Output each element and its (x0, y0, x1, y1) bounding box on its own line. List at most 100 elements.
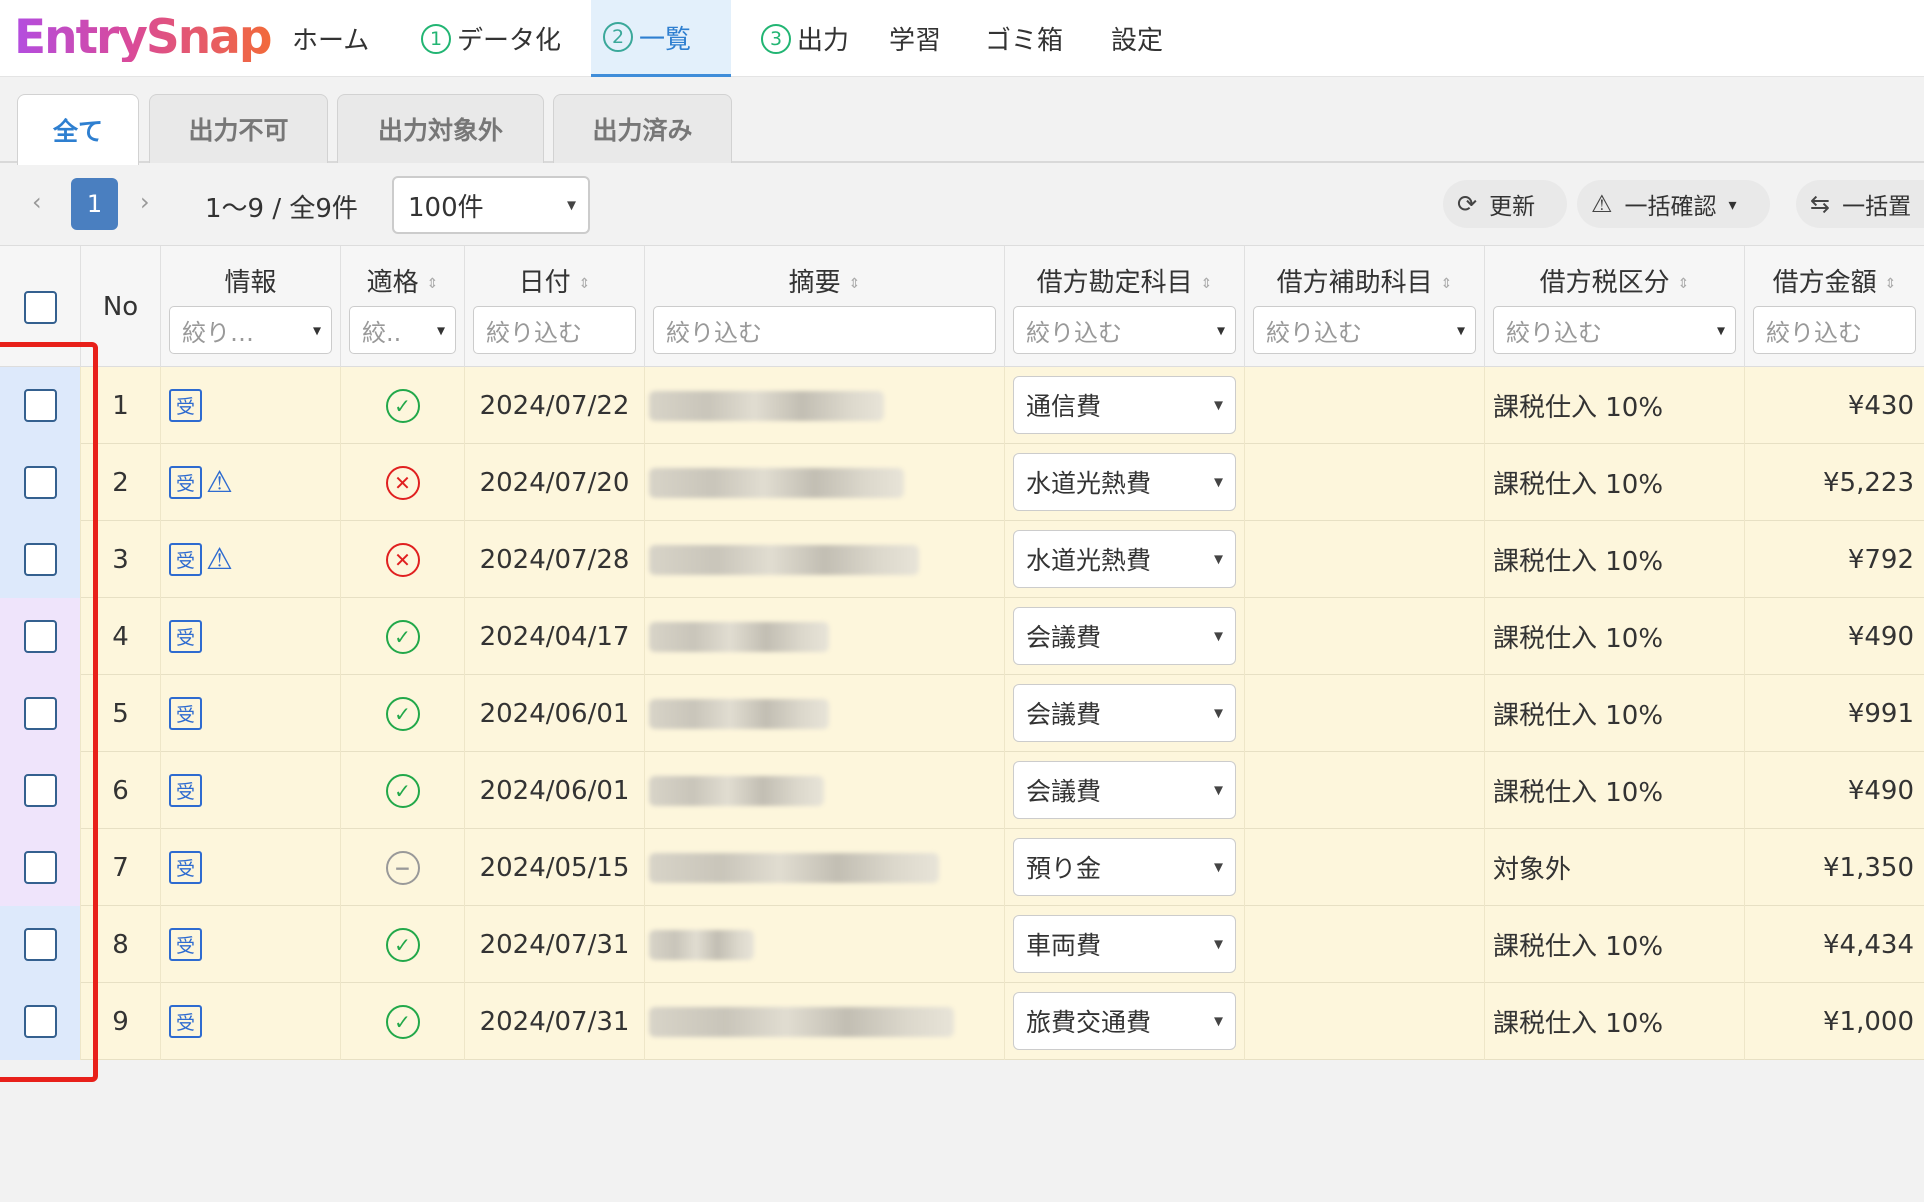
received-icon[interactable]: 受 (169, 851, 202, 884)
per-page-select[interactable]: 100件 ▾ (392, 176, 590, 234)
tab-exported[interactable]: 出力済み (553, 94, 732, 163)
valid-filter-select[interactable]: 絞.. ▾ (349, 306, 456, 354)
row-debit-tax[interactable]: 対象外 (1485, 829, 1745, 906)
nav-item-data-entry[interactable]: 1 データ化 (409, 0, 577, 77)
row-debit-amount[interactable]: ¥430 (1745, 367, 1924, 444)
row-debit-sub[interactable] (1245, 598, 1485, 675)
received-icon[interactable]: 受 (169, 543, 202, 576)
app-logo[interactable]: EntrySnap (14, 14, 273, 62)
tab-all[interactable]: 全て (17, 94, 139, 165)
debit-account-filter-select[interactable]: 絞り込む ▾ (1013, 306, 1236, 354)
row-debit-amount[interactable]: ¥1,350 (1745, 829, 1924, 906)
row-debit-tax[interactable]: 課税仕入 10% (1485, 598, 1745, 675)
row-debit-tax[interactable]: 課税仕入 10% (1485, 752, 1745, 829)
debit-account-select[interactable]: 会議費 ▾ (1013, 607, 1236, 665)
summary-filter-input[interactable]: 絞り込む (653, 306, 996, 354)
header-valid-label[interactable]: 適格 ⇕ (341, 262, 464, 299)
row-summary[interactable] (645, 675, 1005, 752)
next-page-icon[interactable]: › (140, 188, 150, 216)
debit-account-select[interactable]: 車両費 ▾ (1013, 915, 1236, 973)
table-row[interactable]: 5 受 ✓ 2024/06/01 会議費 ▾ 課税仕入 10% ¥991 (0, 675, 1924, 752)
bulk-confirm-button[interactable]: ⚠ 一括確認 ▾ (1577, 180, 1770, 228)
row-debit-sub[interactable] (1245, 906, 1485, 983)
table-row[interactable]: 9 受 ✓ 2024/07/31 旅費交通費 ▾ 課税仕入 10% ¥1,000 (0, 983, 1924, 1060)
table-row[interactable]: 1 受 ✓ 2024/07/22 通信費 ▾ 課税仕入 10% ¥430 (0, 367, 1924, 444)
row-debit-sub[interactable] (1245, 829, 1485, 906)
header-debit-tax-label[interactable]: 借方税区分 ⇕ (1485, 262, 1744, 299)
row-date[interactable]: 2024/07/31 (465, 906, 645, 983)
row-debit-amount[interactable]: ¥490 (1745, 752, 1924, 829)
row-debit-amount[interactable]: ¥4,434 (1745, 906, 1924, 983)
row-date[interactable]: 2024/07/28 (465, 521, 645, 598)
row-checkbox[interactable] (23, 466, 57, 499)
row-debit-amount[interactable]: ¥490 (1745, 598, 1924, 675)
row-summary[interactable] (645, 829, 1005, 906)
debit-account-select[interactable]: 通信費 ▾ (1013, 376, 1236, 434)
received-icon[interactable]: 受 (169, 697, 202, 730)
row-debit-amount[interactable]: ¥5,223 (1745, 444, 1924, 521)
prev-page-icon[interactable]: ‹ (32, 188, 42, 216)
row-checkbox[interactable] (23, 389, 57, 422)
row-debit-tax[interactable]: 課税仕入 10% (1485, 983, 1745, 1060)
table-row[interactable]: 8 受 ✓ 2024/07/31 車両費 ▾ 課税仕入 10% ¥4,434 (0, 906, 1924, 983)
row-debit-sub[interactable] (1245, 367, 1485, 444)
row-summary[interactable] (645, 906, 1005, 983)
select-all-checkbox[interactable] (24, 291, 57, 324)
row-checkbox[interactable] (23, 851, 57, 884)
row-debit-sub[interactable] (1245, 983, 1485, 1060)
row-debit-tax[interactable]: 課税仕入 10% (1485, 906, 1745, 983)
header-debit-sub-label[interactable]: 借方補助科目 ⇕ (1245, 262, 1484, 299)
row-debit-tax[interactable]: 課税仕入 10% (1485, 675, 1745, 752)
debit-account-select[interactable]: 水道光熱費 ▾ (1013, 530, 1236, 588)
row-checkbox[interactable] (23, 697, 57, 730)
row-summary[interactable] (645, 444, 1005, 521)
received-icon[interactable]: 受 (169, 620, 202, 653)
header-date-label[interactable]: 日付 ⇕ (465, 262, 644, 299)
debit-account-select[interactable]: 会議費 ▾ (1013, 761, 1236, 819)
nav-item-learning[interactable]: 学習 (877, 0, 959, 77)
header-summary-label[interactable]: 摘要 ⇕ (645, 262, 1004, 299)
table-row[interactable]: 3 受 ⚠ ✕ 2024/07/28 水道光熱費 ▾ 課税仕入 10% ¥792 (0, 521, 1924, 598)
row-date[interactable]: 2024/07/20 (465, 444, 645, 521)
row-debit-amount[interactable]: ¥1,000 (1745, 983, 1924, 1060)
received-icon[interactable]: 受 (169, 389, 202, 422)
row-debit-sub[interactable] (1245, 752, 1485, 829)
row-date[interactable]: 2024/06/01 (465, 675, 645, 752)
debit-amount-filter-input[interactable]: 絞り込む (1753, 306, 1916, 354)
received-icon[interactable]: 受 (169, 928, 202, 961)
row-date[interactable]: 2024/05/15 (465, 829, 645, 906)
refresh-button[interactable]: ⟳ 更新 (1443, 180, 1567, 228)
tab-not-exportable[interactable]: 出力不可 (149, 94, 328, 163)
table-row[interactable]: 7 受 − 2024/05/15 預り金 ▾ 対象外 ¥1,350 (0, 829, 1924, 906)
nav-item-trash[interactable]: ゴミ箱 (973, 0, 1085, 77)
header-debit-account-label[interactable]: 借方勘定科目 ⇕ (1005, 262, 1244, 299)
nav-item-home[interactable]: ホーム (280, 0, 392, 77)
row-debit-amount[interactable]: ¥991 (1745, 675, 1924, 752)
current-page-button[interactable]: 1 (71, 178, 118, 230)
row-debit-amount[interactable]: ¥792 (1745, 521, 1924, 598)
row-debit-tax[interactable]: 課税仕入 10% (1485, 367, 1745, 444)
row-summary[interactable] (645, 598, 1005, 675)
table-row[interactable]: 4 受 ✓ 2024/04/17 会議費 ▾ 課税仕入 10% ¥490 (0, 598, 1924, 675)
table-row[interactable]: 6 受 ✓ 2024/06/01 会議費 ▾ 課税仕入 10% ¥490 (0, 752, 1924, 829)
tab-excluded[interactable]: 出力対象外 (337, 94, 544, 163)
debit-account-select[interactable]: 会議費 ▾ (1013, 684, 1236, 742)
debit-account-select[interactable]: 旅費交通費 ▾ (1013, 992, 1236, 1050)
received-icon[interactable]: 受 (169, 774, 202, 807)
debit-tax-filter-select[interactable]: 絞り込む ▾ (1493, 306, 1736, 354)
row-summary[interactable] (645, 367, 1005, 444)
row-debit-tax[interactable]: 課税仕入 10% (1485, 444, 1745, 521)
row-date[interactable]: 2024/04/17 (465, 598, 645, 675)
received-icon[interactable]: 受 (169, 1005, 202, 1038)
row-checkbox[interactable] (23, 543, 57, 576)
row-checkbox[interactable] (23, 774, 57, 807)
received-icon[interactable]: 受 (169, 466, 202, 499)
row-date[interactable]: 2024/07/22 (465, 367, 645, 444)
row-debit-sub[interactable] (1245, 521, 1485, 598)
warning-icon[interactable]: ⚠ (206, 465, 233, 500)
row-date[interactable]: 2024/06/01 (465, 752, 645, 829)
table-row[interactable]: 2 受 ⚠ ✕ 2024/07/20 水道光熱費 ▾ 課税仕入 10% ¥5,223 (0, 444, 1924, 521)
row-checkbox[interactable] (23, 928, 57, 961)
debit-account-select[interactable]: 水道光熱費 ▾ (1013, 453, 1236, 511)
row-summary[interactable] (645, 983, 1005, 1060)
